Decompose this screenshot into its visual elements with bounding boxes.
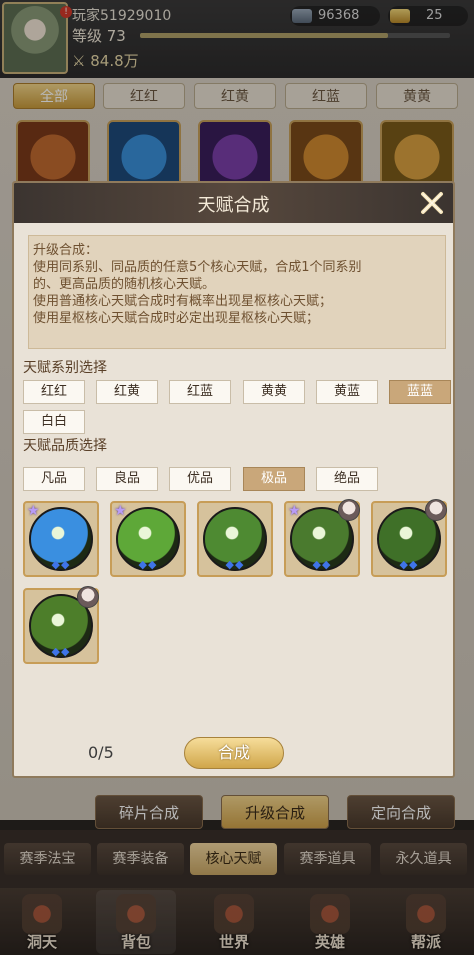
star-icon: ★ [114,503,127,519]
hero-portrait-icon [77,586,99,608]
series-chip-yellow-blue[interactable]: 黄蓝 [316,380,378,404]
series-chip-white-white[interactable]: 白白 [23,410,85,434]
quality-chip-legendary[interactable]: 绝品 [316,467,378,491]
series-chip-yellow-yellow[interactable]: 黄黄 [243,380,305,404]
hero-portrait-icon [425,499,447,521]
talent-merge-dialog: 天赋合成 升级合成： 使用同系别、同品质的任意5个核心天赋，合成1个同系别 的、… [12,181,455,778]
quality-chip-common[interactable]: 凡品 [23,467,85,491]
close-button[interactable] [415,186,449,220]
gem-icon: ◆◆ [312,558,332,571]
series-chip-red-blue[interactable]: 红蓝 [169,380,231,404]
description-box: 升级合成： 使用同系别、同品质的任意5个核心天赋，合成1个同系别 的、更高品质的… [28,235,446,349]
gem-icon: ◆◆ [138,558,158,571]
description-line: 使用同系别、同品质的任意5个核心天赋，合成1个同系别 [33,260,362,275]
gem-icon: ◆◆ [399,558,419,571]
series-chip-red-yellow[interactable]: 红黄 [96,380,158,404]
hero-portrait-icon [338,499,360,521]
description-line: 升级合成： [33,243,99,258]
description-line: 的、更高品质的随机核心天赋。 [33,277,216,292]
quality-chip-good[interactable]: 良品 [96,467,158,491]
quality-chip-supreme[interactable]: 极品 [243,467,305,491]
talent-card[interactable]: ◆◆ [23,586,99,664]
gem-icon: ◆◆ [225,558,245,571]
dialog-title: 天赋合成 [197,195,270,216]
talent-card[interactable]: ★ ◆◆ [23,501,99,577]
series-chip-blue-blue[interactable]: 蓝蓝 [389,380,451,404]
quality-label: 天赋品质选择 [23,438,107,454]
gem-icon: ◆◆ [51,558,71,571]
quality-chip-excellent[interactable]: 优品 [169,467,231,491]
talent-card[interactable]: ◆◆ [371,499,447,577]
talent-card[interactable]: ◆◆ [197,501,273,577]
talent-card[interactable]: ★ ◆◆ [284,499,360,577]
close-icon [421,192,443,214]
star-icon: ★ [27,503,40,519]
dialog-header: 天赋合成 [14,183,453,223]
series-chip-red-red[interactable]: 红红 [23,380,85,404]
description-line: 使用普通核心天赋合成时有概率出现星枢核心天赋； [33,294,333,309]
star-icon: ★ [288,503,301,519]
talent-card[interactable]: ★ ◆◆ [110,501,186,577]
gem-icon: ◆◆ [51,645,71,658]
merge-button[interactable]: 合成 [184,737,284,769]
selected-count: 0/5 [88,743,114,762]
description-line: 使用星枢核心天赋合成时必定出现星枢核心天赋； [33,311,320,326]
series-label: 天赋系别选择 [23,360,107,376]
